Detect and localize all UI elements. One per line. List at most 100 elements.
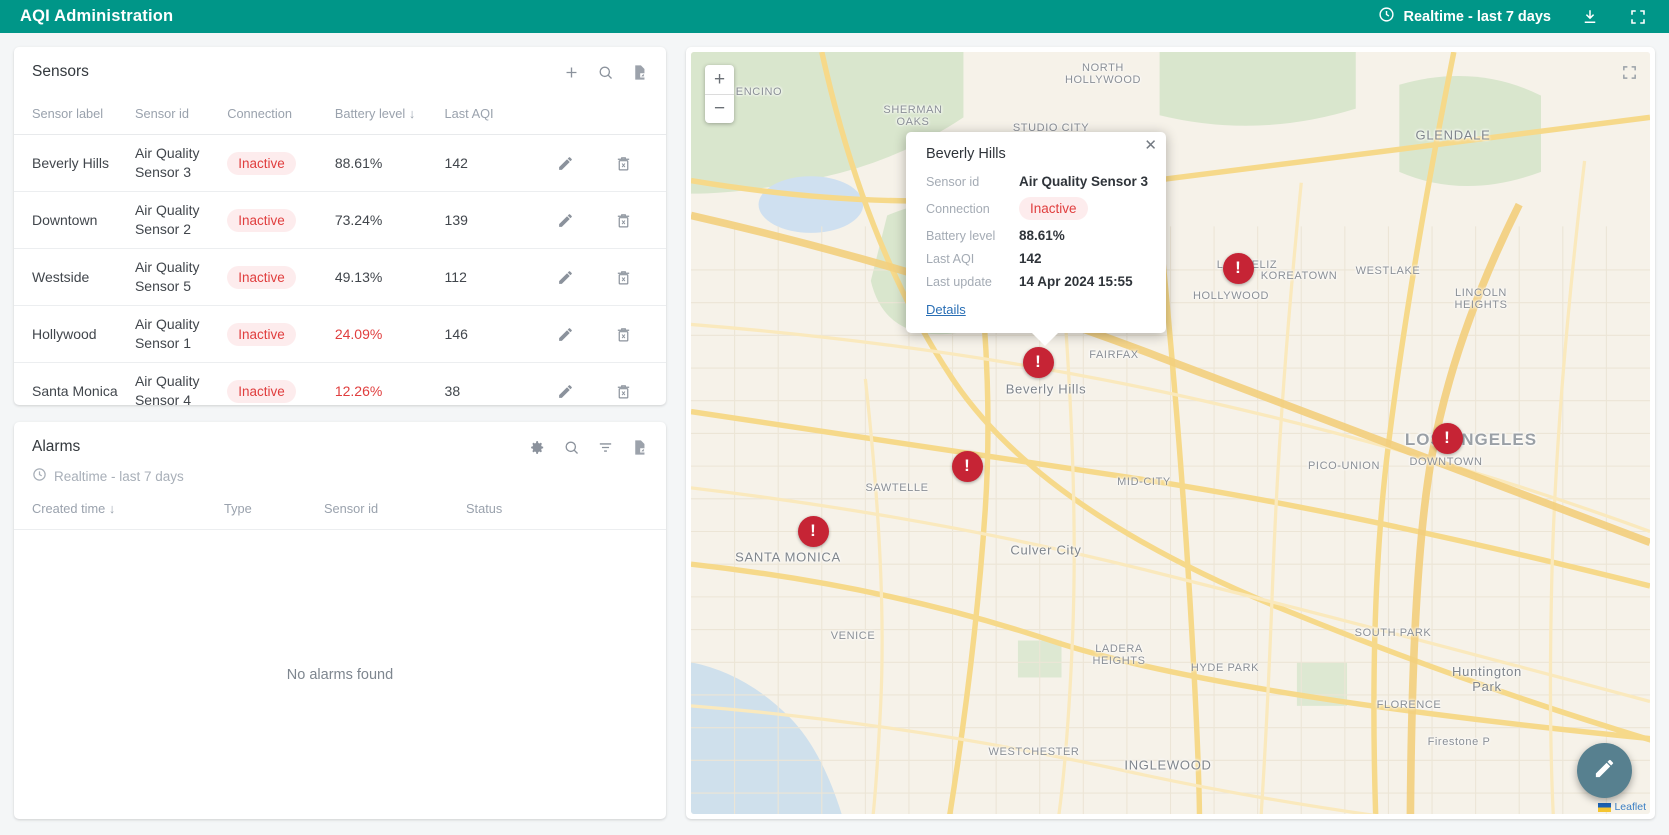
cell-sensor-id: Air Quality Sensor 2 bbox=[134, 191, 228, 249]
column-created-time-label: Created time bbox=[32, 501, 106, 516]
edit-icon[interactable] bbox=[557, 269, 574, 286]
left-column: Sensors Sensor label Sensor id Connectio… bbox=[14, 47, 666, 819]
sensors-card-header: Sensors bbox=[14, 47, 666, 90]
map-marker[interactable]: ! bbox=[1222, 252, 1254, 284]
sensors-title: Sensors bbox=[32, 63, 89, 80]
cell-sensor-id: Air Quality Sensor 3 bbox=[134, 134, 228, 192]
status-badge: Inactive bbox=[227, 265, 296, 289]
edit-icon[interactable] bbox=[557, 383, 574, 400]
alarms-timewindow-label: Realtime - last 7 days bbox=[54, 468, 184, 484]
search-icon[interactable] bbox=[597, 64, 614, 81]
popup-row-key: Connection bbox=[926, 201, 990, 216]
cell-sensor-id: Air Quality Sensor 4 bbox=[134, 362, 228, 405]
column-status[interactable]: Status bbox=[466, 485, 666, 530]
map-attribution[interactable]: Leaflet bbox=[1598, 801, 1646, 813]
column-edit-spacer bbox=[557, 90, 614, 135]
status-badge: Inactive bbox=[227, 208, 296, 232]
sensors-card-actions bbox=[563, 62, 648, 81]
delete-icon[interactable] bbox=[615, 326, 632, 343]
edit-icon[interactable] bbox=[557, 326, 574, 343]
zoom-out-button[interactable]: − bbox=[705, 94, 734, 123]
cell-edit bbox=[557, 191, 615, 249]
leaflet-logo-icon bbox=[1598, 802, 1612, 812]
search-icon[interactable] bbox=[563, 439, 580, 456]
map-marker[interactable]: ! bbox=[797, 515, 829, 547]
map-zoom-controls: + − bbox=[705, 65, 734, 123]
app-header: AQI Administration Realtime - last 7 day… bbox=[0, 0, 1669, 33]
cell-connection: Inactive bbox=[227, 191, 335, 249]
cell-battery-level: 49.13% bbox=[334, 248, 445, 306]
filter-icon[interactable] bbox=[597, 439, 614, 456]
close-icon[interactable]: ✕ bbox=[1144, 138, 1157, 153]
alarms-title: Alarms bbox=[32, 438, 81, 455]
timewindow-selector[interactable]: Realtime - last 7 days bbox=[1378, 6, 1551, 27]
column-battery-level[interactable]: Battery level ↓ bbox=[335, 90, 445, 135]
popup-row-value: 88.61% bbox=[1019, 228, 1065, 243]
download-icon[interactable] bbox=[1581, 8, 1599, 26]
workspace: Sensors Sensor label Sensor id Connectio… bbox=[0, 33, 1669, 835]
delete-icon[interactable] bbox=[615, 383, 632, 400]
table-row[interactable]: Hollywood Air Quality Sensor 1 Inactive 24.… bbox=[14, 305, 666, 363]
sort-arrow-icon: ↓ bbox=[408, 106, 416, 121]
alarms-card: Alarms Realtime - last 7 days Created ti… bbox=[14, 422, 666, 819]
alarms-card-header: Alarms bbox=[14, 422, 666, 465]
cell-sensor-label: Westside bbox=[14, 248, 135, 306]
cell-connection: Inactive bbox=[227, 134, 335, 192]
column-last-aqi[interactable]: Last AQI bbox=[445, 90, 558, 135]
popup-rows: Sensor id Air Quality Sensor 3 Connection I… bbox=[926, 174, 1150, 289]
cell-delete bbox=[614, 248, 666, 306]
cell-battery-level: 24.09% bbox=[334, 305, 445, 363]
table-row[interactable]: Beverly Hills Air Quality Sensor 3 Inactiv… bbox=[14, 134, 666, 192]
column-created-time[interactable]: Created time ↓ bbox=[14, 485, 224, 530]
pencil-icon bbox=[1593, 757, 1616, 785]
clock-icon bbox=[32, 467, 47, 485]
edit-icon[interactable] bbox=[557, 155, 574, 172]
map[interactable]: ENCINO NORTH HOLLYWOOD SHERMAN OAKS STUDIO … bbox=[691, 52, 1650, 814]
cell-sensor-label: Beverly Hills bbox=[14, 134, 135, 192]
map-marker[interactable]: ! bbox=[1431, 422, 1463, 454]
table-row[interactable]: Santa Monica Air Quality Sensor 4 Inactive… bbox=[14, 362, 666, 405]
map-fullscreen-icon[interactable] bbox=[1621, 64, 1638, 86]
edit-icon[interactable] bbox=[557, 212, 574, 229]
cell-connection: Inactive bbox=[227, 362, 335, 405]
cell-delete bbox=[614, 362, 666, 405]
table-row[interactable]: Downtown Air Quality Sensor 2 Inactive 73.2… bbox=[14, 191, 666, 249]
popup-row: Battery level 88.61% bbox=[926, 228, 1150, 243]
map-marker[interactable]: ! bbox=[951, 450, 983, 482]
column-connection[interactable]: Connection bbox=[227, 90, 335, 135]
status-badge: Inactive bbox=[227, 151, 296, 175]
delete-icon[interactable] bbox=[615, 155, 632, 172]
map-marker[interactable]: ! bbox=[1022, 346, 1054, 378]
cell-delete bbox=[614, 134, 666, 192]
export-icon[interactable] bbox=[631, 64, 648, 81]
sort-arrow-icon: ↓ bbox=[108, 501, 116, 516]
cell-last-aqi: 38 bbox=[444, 362, 558, 405]
cell-sensor-label: Santa Monica bbox=[14, 362, 135, 405]
map-tiles bbox=[691, 52, 1650, 814]
alarms-table: Created time ↓ Type Sensor id Status bbox=[14, 485, 666, 530]
details-link[interactable]: Details bbox=[926, 302, 966, 317]
cell-last-aqi: 146 bbox=[444, 305, 558, 363]
delete-icon[interactable] bbox=[615, 212, 632, 229]
attribution-label: Leaflet bbox=[1614, 801, 1646, 813]
column-type[interactable]: Type bbox=[224, 485, 324, 530]
column-sensor-label[interactable]: Sensor label bbox=[14, 90, 135, 135]
zoom-in-button[interactable]: + bbox=[705, 65, 734, 94]
sensor-popup: ✕ Beverly Hills Sensor id Air Quality Sen… bbox=[906, 132, 1166, 346]
popup-row-value: Inactive bbox=[1019, 197, 1088, 220]
cell-connection: Inactive bbox=[227, 248, 335, 306]
sensors-table-body: Beverly Hills Air Quality Sensor 3 Inactiv… bbox=[14, 134, 666, 405]
table-row[interactable]: Westside Air Quality Sensor 5 Inactive 49.1… bbox=[14, 248, 666, 306]
alarms-card-actions bbox=[529, 437, 648, 456]
fullscreen-icon[interactable] bbox=[1629, 8, 1647, 26]
edit-fab-button[interactable] bbox=[1577, 743, 1632, 798]
settings-icon[interactable] bbox=[529, 439, 546, 456]
export-icon[interactable] bbox=[631, 439, 648, 456]
column-sensor-id[interactable]: Sensor id bbox=[135, 90, 227, 135]
cell-battery-level: 88.61% bbox=[334, 134, 445, 192]
sensors-table-head: Sensor label Sensor id Connection Batter… bbox=[14, 90, 666, 135]
delete-icon[interactable] bbox=[615, 269, 632, 286]
alarms-timewindow[interactable]: Realtime - last 7 days bbox=[14, 465, 666, 485]
add-icon[interactable] bbox=[563, 64, 580, 81]
column-alarm-sensor-id[interactable]: Sensor id bbox=[324, 485, 466, 530]
